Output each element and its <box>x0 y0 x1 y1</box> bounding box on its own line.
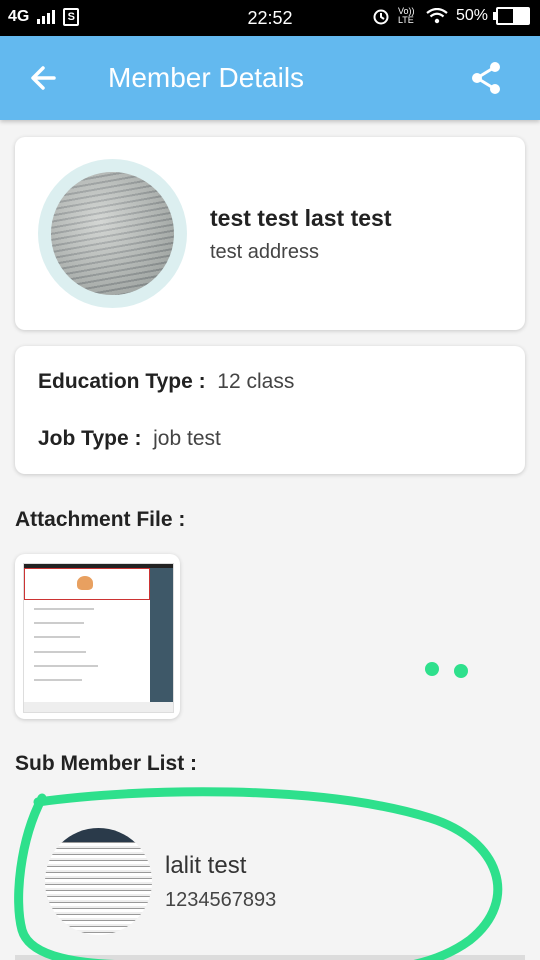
sub-member-phone: 1234567893 <box>165 889 277 911</box>
sub-member-name: lalit test <box>165 852 247 879</box>
member-address: test address <box>210 241 319 263</box>
job-label: Job Type : <box>38 427 142 450</box>
avatar[interactable] <box>51 172 174 295</box>
attachment-thumbnail[interactable] <box>15 554 180 719</box>
page-title: Member Details <box>108 62 305 93</box>
battery-percent: 50% <box>455 7 488 24</box>
attachment-label: Attachment File : <box>15 508 186 531</box>
volte-label: Vo)) LTE <box>397 6 415 25</box>
status-right: Vo)) LTE 50% <box>372 7 530 25</box>
member-name: test test last test <box>210 205 392 231</box>
attachment-preview-image <box>23 563 174 713</box>
list-divider <box>15 955 525 960</box>
job-value: job test <box>153 427 221 450</box>
profile-card: test test last test test address <box>15 137 525 330</box>
education-value: 12 class <box>217 370 295 393</box>
sub-member-item[interactable]: lalit test 1234567893 <box>15 800 525 960</box>
avatar-ring <box>38 159 187 308</box>
education-label: Education Type : <box>38 370 206 393</box>
info-card: Education Type : 12 class Job Type : job… <box>15 346 525 474</box>
education-row: Education Type : 12 class <box>38 370 294 394</box>
job-row: Job Type : job test <box>38 427 221 451</box>
loading-dot <box>454 664 468 678</box>
arrow-left-icon[interactable] <box>24 58 64 98</box>
alarm-icon <box>373 9 389 25</box>
battery-icon <box>493 7 530 25</box>
app-bar: Member Details <box>0 36 540 120</box>
loading-dot <box>425 662 439 676</box>
status-bar: 4G S 22:52 Vo)) LTE 50% <box>0 0 540 36</box>
sub-member-avatar <box>45 828 152 935</box>
wifi-icon <box>426 8 448 24</box>
share-icon[interactable] <box>468 60 504 96</box>
sub-member-label: Sub Member List : <box>15 752 198 775</box>
